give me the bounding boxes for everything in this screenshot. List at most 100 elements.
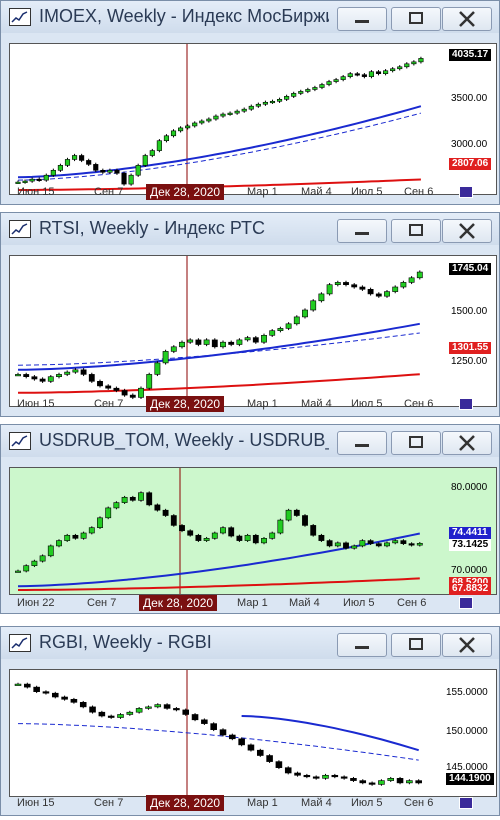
close-button[interactable] [442,219,492,243]
chart-icon [9,220,31,238]
candle-body [255,103,261,107]
candle-body [192,122,198,127]
candle-body [367,540,374,544]
title-bar[interactable]: USDRUB_TOM, Weekly - USDRUB_T... [1,425,499,457]
candle-body [340,76,346,80]
candle-body [105,507,112,519]
close-button[interactable] [442,431,492,455]
chart-plot[interactable] [9,255,497,407]
candle-body [236,535,243,541]
candle-body [302,515,308,526]
candle-body [368,782,376,785]
candle-body [416,271,423,279]
candle-body [145,706,152,709]
title-bar[interactable]: IMOEX, Weekly - Индекс МосБиржи [1,1,499,33]
candle-body [93,164,99,171]
candle-body [213,115,219,120]
chart-plot[interactable] [9,467,497,595]
x-label: Мар 1 [247,797,278,809]
candle-body [88,374,95,382]
candle-body [50,169,56,176]
chart-plot[interactable] [9,669,497,797]
candle-body [170,130,177,137]
chart-settings-icon[interactable] [459,398,473,410]
x-label: Сен 7 [87,597,117,609]
candle-body [343,282,349,285]
candle-body [107,169,113,173]
ma-slow-line [17,723,419,761]
maximize-button[interactable] [391,431,441,455]
candle-body [298,91,304,94]
y-axis-label: 155.0000 [446,687,488,698]
candle-body [56,374,62,378]
ma-price-tag: 1301.55 [449,342,492,354]
x-label: Июл 5 [351,186,383,198]
candle-body [170,346,177,352]
candle-body [312,87,318,90]
minimize-button[interactable] [337,219,387,243]
candle-body [154,704,162,708]
candle-body [416,543,423,546]
candle-body [146,374,153,389]
candle-body [126,711,134,715]
candle-body [135,708,143,713]
candle-body [219,729,227,736]
candle-body [293,316,300,325]
candle-body [387,778,395,781]
candle-body [294,772,301,776]
candle-body [185,125,191,129]
x-label: Сен 6 [404,398,434,410]
maximize-button[interactable] [391,7,441,31]
minimize-button[interactable] [337,633,387,657]
candle-body [163,704,171,709]
candle-body [22,180,28,183]
title-bar[interactable]: RTSI, Weekly - Индекс РТС [1,213,499,245]
candle-body [211,532,218,539]
x-label: Июн 15 [17,797,55,809]
candle-body [72,534,79,539]
chart-settings-icon[interactable] [459,597,473,609]
candle-body [47,376,54,382]
candle-body [170,515,177,526]
candle-body [269,330,276,336]
candle-body [211,339,218,348]
candle-body [269,100,276,104]
candle-body [220,341,226,348]
close-button[interactable] [442,633,492,657]
ma-red-line [18,373,420,394]
maximize-button[interactable] [391,633,441,657]
candle-body [70,698,78,703]
candle-body [350,778,357,781]
candle-body [238,738,245,746]
title-bar[interactable]: RGBI, Weekly - RGBI [1,627,499,659]
candle-body [383,70,389,74]
chart-settings-icon[interactable] [459,797,473,809]
maximize-button[interactable] [391,219,441,243]
candle-body [305,89,311,92]
candle-body [285,323,292,329]
x-axis-labels: Июн 15 Сен 7 Мар 1 Май 4 Июл 5 Сен 6 [9,797,449,813]
candle-body [135,165,141,176]
candle-body [244,337,251,341]
minimize-button[interactable] [337,7,387,31]
x-label: Июн 22 [17,597,55,609]
chart-settings-icon[interactable] [459,186,473,198]
candle-body [261,538,267,544]
candle-body [248,105,254,110]
chart-svg [15,44,424,194]
candle-body [14,683,22,686]
y-axis-label: 150.0000 [446,726,488,737]
window-title: IMOEX, Weekly - Индекс МосБиржи [39,6,329,26]
candle-body [310,525,317,536]
candle-body [39,378,46,382]
candle-body [15,181,21,184]
chart-plot[interactable] [9,43,497,195]
close-button[interactable] [442,7,492,31]
candle-body [415,780,422,784]
minimize-button[interactable] [337,431,387,455]
candle-body [72,369,79,373]
candle-body [107,715,115,718]
candle-body [354,73,360,76]
candle-body [156,140,162,151]
candle-body [396,778,404,784]
